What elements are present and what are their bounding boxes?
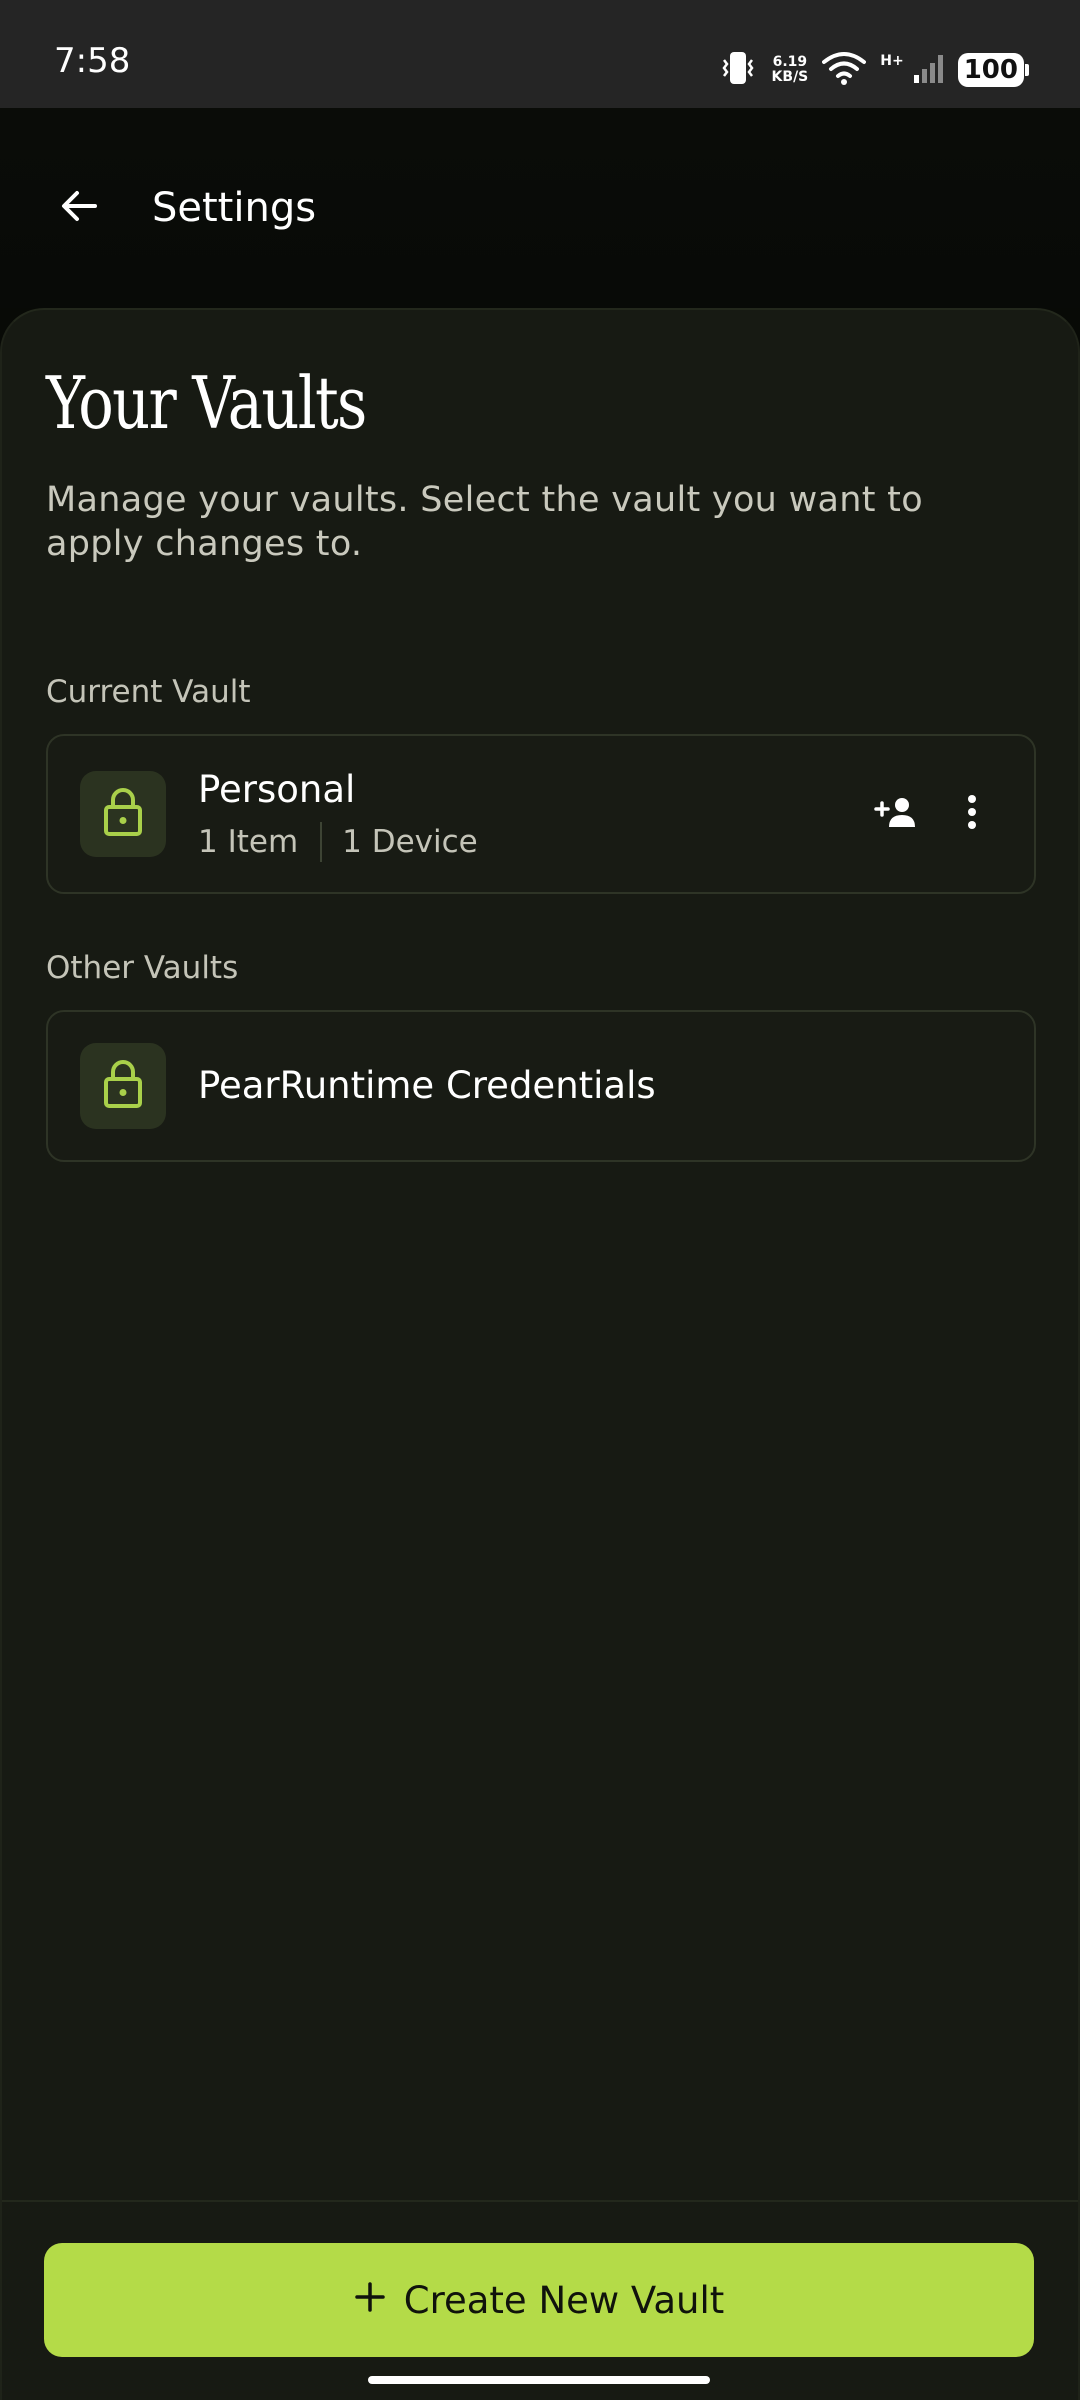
current-vault-card[interactable]: Personal 1 Item 1 Device bbox=[46, 734, 1036, 894]
vault-device-count: 1 Device bbox=[342, 824, 478, 860]
vaults-heading: Your Vaults bbox=[46, 361, 367, 445]
net-speed-unit: KB/S bbox=[771, 69, 809, 85]
other-vaults-label: Other Vaults bbox=[46, 950, 239, 986]
battery-indicator: 100 bbox=[957, 53, 1030, 87]
vault-name: PearRuntime Credentials bbox=[198, 1064, 656, 1107]
share-vault-button[interactable] bbox=[866, 784, 926, 844]
top-app-bar: Settings bbox=[0, 108, 1080, 308]
gesture-navigation-bar[interactable] bbox=[368, 2376, 710, 2384]
network-type: H+ bbox=[880, 53, 904, 69]
vault-icon-box bbox=[80, 771, 166, 857]
status-bar: 7:58 6.19 KB/S H+ 100 bbox=[0, 0, 1080, 108]
current-vault-label: Current Vault bbox=[46, 674, 251, 710]
status-time: 7:58 bbox=[54, 41, 131, 81]
status-icons: 6.19 KB/S H+ 100 bbox=[718, 50, 1030, 90]
vault-meta: 1 Item 1 Device bbox=[198, 822, 478, 862]
arrow-left-icon bbox=[59, 186, 99, 230]
vaults-description: Manage your vaults. Select the vault you… bbox=[46, 480, 923, 564]
vibrate-icon bbox=[718, 50, 758, 90]
add-person-icon bbox=[874, 796, 918, 832]
back-button[interactable] bbox=[46, 175, 112, 241]
vaults-sheet: Your Vaults Manage your vaults. Select t… bbox=[0, 308, 1080, 2400]
create-new-vault-button[interactable]: Create New Vault bbox=[44, 2243, 1034, 2357]
net-speed: 6.19 KB/S bbox=[772, 55, 809, 85]
vault-name: Personal bbox=[198, 768, 356, 811]
lock-icon bbox=[101, 787, 145, 841]
more-vertical-icon bbox=[966, 794, 978, 834]
vault-icon-box bbox=[80, 1043, 166, 1129]
plus-icon bbox=[354, 2279, 386, 2322]
page-title: Settings bbox=[152, 185, 317, 231]
meta-divider bbox=[320, 822, 323, 862]
signal-icon bbox=[912, 51, 944, 89]
other-vault-card[interactable]: PearRuntime Credentials bbox=[46, 1010, 1036, 1162]
wifi-icon bbox=[822, 50, 867, 90]
lock-icon bbox=[101, 1059, 145, 1113]
net-speed-value: 6.19 bbox=[772, 54, 808, 70]
vault-item-count: 1 Item bbox=[198, 824, 299, 860]
vault-options-button[interactable] bbox=[942, 784, 1002, 844]
create-new-vault-label: Create New Vault bbox=[403, 2278, 725, 2322]
